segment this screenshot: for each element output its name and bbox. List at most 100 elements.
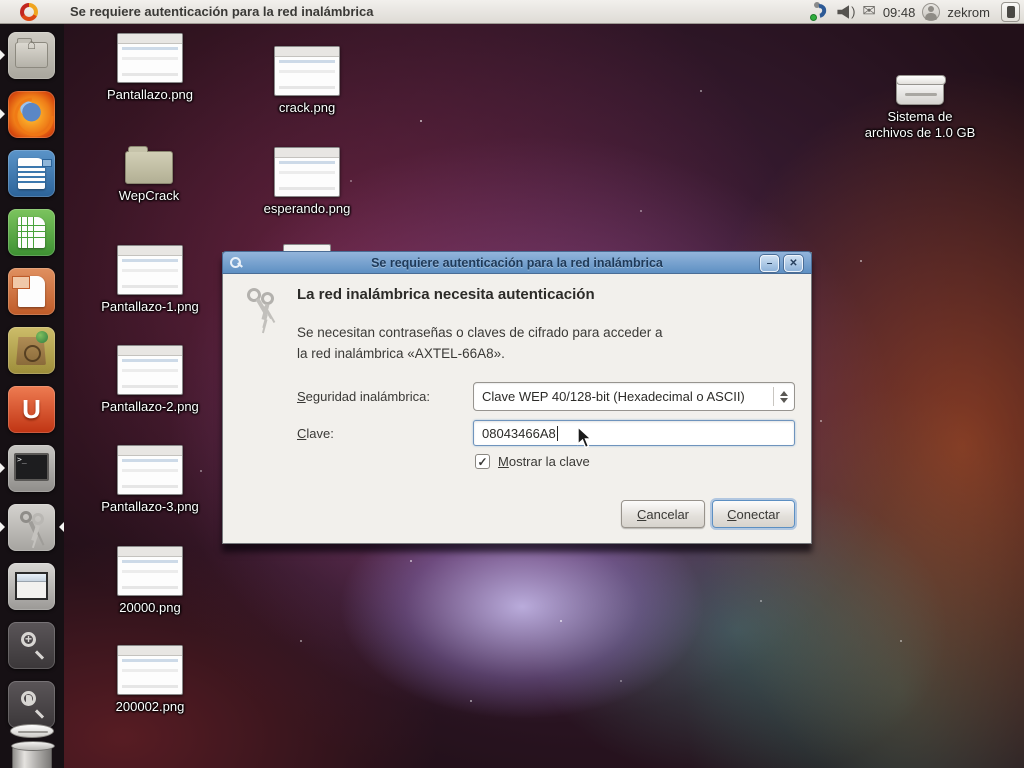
key-icon: [229, 256, 243, 270]
chevron-up-icon: [780, 390, 788, 396]
zoom-in-launcher[interactable]: +: [8, 622, 55, 669]
libreoffice-impress-launcher[interactable]: [8, 268, 55, 315]
terminal-prompt-icon: >_: [17, 455, 27, 464]
screenshot-thumbnail: [274, 147, 340, 197]
icon-label: Pantallazo-3.png: [101, 499, 199, 514]
show-key-checkbox[interactable]: ✓: [475, 454, 490, 469]
filesystem-label-line1: Sistema de: [887, 109, 953, 124]
close-button[interactable]: ✕: [784, 255, 803, 272]
dialog-heading: La red inalámbrica necesita autenticació…: [297, 286, 595, 303]
show-key-label: Mostrar la clave: [498, 454, 590, 469]
minimize-button[interactable]: –: [760, 255, 779, 272]
running-arrow: [0, 463, 5, 473]
desktop-icon-pantallazo-2[interactable]: Pantallazo-2.png: [101, 345, 199, 415]
label-rest: ostrar la clave: [508, 454, 590, 469]
mail-icon[interactable]: ✉: [862, 4, 875, 20]
screenshot-window-launcher[interactable]: [8, 563, 55, 610]
key-input[interactable]: 08043466A8: [473, 420, 795, 446]
globe-icon: [36, 331, 48, 343]
screenshot-thumbnail: [274, 46, 340, 96]
icon-label: 20000.png: [119, 600, 181, 615]
desktop-icon-pantallazo[interactable]: Pantallazo.png: [107, 33, 193, 103]
icon-label: esperando.png: [263, 201, 351, 216]
label-rest: lave:: [306, 426, 334, 441]
home-icon: ⌂: [26, 36, 37, 53]
desktop-icon-wepcrack[interactable]: WepCrack: [116, 143, 182, 204]
presentation-slide: [12, 276, 30, 289]
security-selected-value: Clave WEP 40/128-bit (Hexadecimal o ASCI…: [482, 389, 745, 404]
wifi-auth-dialog: Se requiere autenticación para la red in…: [222, 251, 812, 544]
desktop-icon-pantallazo-1[interactable]: Pantallazo-1.png: [101, 245, 199, 315]
desktop-icon-crack[interactable]: crack.png: [274, 46, 340, 116]
ubuntu-one-u-icon: U: [22, 394, 41, 424]
mnemonic: C: [727, 506, 737, 522]
security-label: Seguridad inalámbrica:: [297, 389, 430, 404]
ubuntu-one-launcher[interactable]: U: [8, 386, 55, 433]
chevron-down-icon: [780, 397, 788, 403]
dialog-titlebar[interactable]: Se requiere autenticación para la red in…: [222, 251, 812, 274]
indicator-tray: ) ✉ 09:48 zekrom: [810, 0, 1020, 24]
filesystem-label-line2: archivos de 1.0 GB: [864, 125, 976, 141]
trash-icon[interactable]: [11, 741, 55, 768]
running-arrow: [0, 50, 5, 60]
desktop-icon-200002[interactable]: 200002.png: [116, 645, 184, 715]
folder-icon: [125, 146, 173, 184]
key-input-value: 08043466A8: [482, 425, 556, 441]
show-key-row[interactable]: ✓ Mostrar la clave: [475, 454, 590, 469]
software-center-launcher[interactable]: [8, 327, 55, 374]
volume-icon[interactable]: ): [837, 4, 855, 20]
desktop-icon-pantallazo-3[interactable]: Pantallazo-3.png: [101, 445, 199, 515]
icon-label: crack.png: [278, 100, 336, 115]
desktop-icon-esperando[interactable]: esperando.png: [264, 147, 350, 217]
combo-arrows-icon: [774, 390, 794, 403]
home-folder-launcher[interactable]: ⌂: [8, 32, 55, 79]
label-rest: eguridad inalámbrica:: [305, 389, 430, 404]
firefox-launcher[interactable]: [8, 91, 55, 138]
search-files-launcher[interactable]: [8, 681, 55, 728]
mnemonic: M: [498, 454, 509, 469]
file-icon: [26, 695, 32, 703]
security-combobox[interactable]: Clave WEP 40/128-bit (Hexadecimal o ASCI…: [473, 382, 795, 411]
drive-icon: [896, 75, 946, 105]
power-icon[interactable]: [1001, 2, 1020, 22]
window-icon: [15, 572, 48, 600]
screenshot-thumbnail: [117, 33, 183, 83]
libreoffice-writer-launcher[interactable]: [8, 150, 55, 197]
dialog-body-text: Se necesitan contraseñas o claves de cif…: [297, 322, 662, 364]
icon-label: Pantallazo-2.png: [101, 399, 199, 414]
spreadsheet-icon: [18, 217, 45, 248]
username[interactable]: zekrom: [947, 5, 990, 20]
libreoffice-calc-launcher[interactable]: [8, 209, 55, 256]
clock[interactable]: 09:48: [883, 5, 916, 20]
plus-icon: +: [25, 632, 33, 646]
terminal-launcher[interactable]: >_: [8, 445, 55, 492]
screenshot-thumbnail: [117, 445, 183, 495]
running-arrow: [0, 522, 5, 532]
disc-icon[interactable]: [10, 724, 54, 738]
key-label: Clave:: [297, 426, 334, 441]
ubuntu-logo-icon[interactable]: [20, 3, 38, 21]
passwords-keys-launcher[interactable]: [8, 504, 55, 551]
speaker-wave: ): [851, 4, 856, 19]
network-status-icon[interactable]: [810, 1, 830, 22]
icon-label: Sistema de archivos de 1.0 GB: [865, 109, 976, 142]
screenshot-thumbnail: [117, 546, 183, 596]
active-window-title: Se requiere autenticación para la red in…: [70, 4, 374, 19]
focused-arrow: [59, 522, 64, 532]
mnemonic: S: [297, 389, 306, 404]
mnemonic: C: [297, 426, 307, 441]
desktop-icon-filesystem[interactable]: Sistema de archivos de 1.0 GB: [865, 72, 975, 142]
launcher-dock: ⌂ U >_ +: [0, 24, 64, 768]
screenshot-thumbnail: [117, 345, 183, 395]
mouse-cursor: [576, 425, 594, 455]
icon-label: Pantallazo-1.png: [101, 299, 199, 314]
user-avatar-icon[interactable]: [922, 3, 941, 21]
desktop-icon-20000[interactable]: 20000.png: [117, 546, 183, 616]
body-line-2: la red inalámbrica «AXTEL-66A8».: [297, 346, 505, 361]
label-rest: ancelar: [646, 506, 690, 522]
body-line-1: Se necesitan contraseñas o claves de cif…: [297, 325, 663, 340]
connect-button[interactable]: Conectar: [712, 500, 795, 528]
mnemonic: C: [636, 506, 647, 522]
desktop-root: Se requiere autenticación para la red in…: [0, 0, 1024, 768]
cancel-button[interactable]: Cancelar: [621, 500, 705, 528]
